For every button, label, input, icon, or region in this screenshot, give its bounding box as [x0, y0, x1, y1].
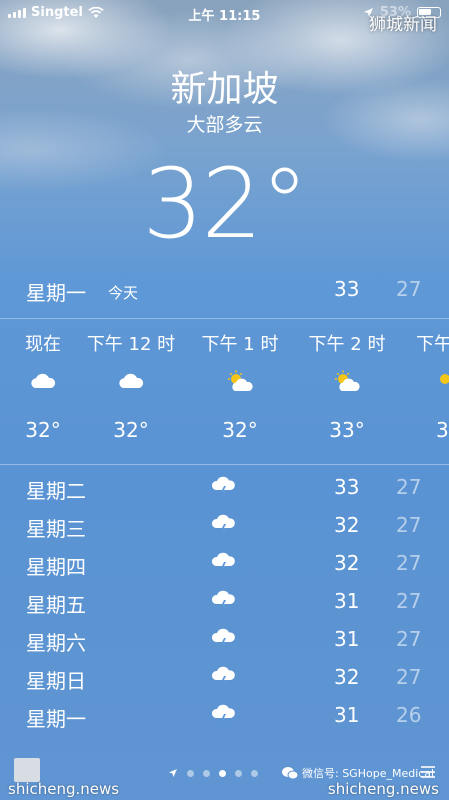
day-name: 星期四: [26, 555, 86, 579]
partly-sunny-icon: [335, 370, 360, 391]
hour-label: 下午 1 时: [201, 334, 279, 355]
day-row: 星期六 31 27: [0, 622, 449, 660]
current-temperature: 32°: [142, 148, 308, 260]
city-name: 新加坡: [170, 69, 279, 110]
hour-item: 下午 12 时 32°: [76, 318, 186, 442]
day-low: 26: [396, 703, 422, 727]
day-name: 星期一: [26, 707, 86, 731]
location-arrow-icon: [169, 769, 177, 777]
thunderstorm-icon: [211, 666, 235, 688]
watermark-left: shicheng.news: [8, 780, 120, 798]
page-dot: [251, 769, 258, 777]
day-high: 32: [334, 513, 360, 537]
wechat-icon: [282, 766, 298, 779]
cloud-icon: [119, 373, 144, 388]
watermark-right: shicheng.news: [327, 780, 439, 798]
thunderstorm-icon: [211, 476, 235, 498]
hour-item: 下午 1 时 32°: [185, 318, 295, 442]
day-low: 27: [396, 551, 422, 575]
hourly-forecast[interactable]: 现在 32° 下午 12 时 32° 下午 1 时 32° 下午 2 时 33°…: [0, 318, 449, 462]
page-dot: [235, 769, 242, 777]
partly-sunny-icon: [228, 370, 253, 391]
thunderstorm-icon: [211, 590, 235, 612]
partly-sunny-icon: [440, 374, 449, 384]
today-high: 33: [334, 277, 360, 301]
day-high: 33: [334, 475, 360, 499]
today-label: 今天: [108, 284, 139, 302]
thunderstorm-icon: [211, 704, 235, 726]
hour-temp: 3: [436, 418, 449, 442]
day-low: 27: [396, 589, 422, 613]
today-low: 27: [396, 277, 422, 301]
day-name: 星期二: [26, 479, 86, 503]
day-high: 32: [334, 665, 360, 689]
hour-item: 下午 3: [400, 318, 449, 442]
day-row: 星期四 32 27: [0, 546, 449, 584]
hour-temp: 32°: [113, 418, 149, 442]
daily-forecast[interactable]: 星期二 33 27 星期三 32 27 星期四 32 27 星期五 31 27: [0, 470, 449, 736]
day-name: 星期日: [26, 669, 86, 693]
day-high: 32: [334, 551, 360, 575]
hour-label: 下午 12 时: [86, 334, 176, 355]
day-low: 27: [396, 475, 422, 499]
watermark-top: 狮城新闻: [369, 15, 437, 35]
list-icon[interactable]: [419, 764, 437, 780]
day-high: 31: [334, 627, 360, 651]
day-low: 27: [396, 665, 422, 689]
day-row: 星期二 33 27: [0, 470, 449, 508]
day-row: 星期五 31 27: [0, 584, 449, 622]
hour-label: 下午 2 时: [308, 334, 386, 355]
cloud-icon: [31, 373, 56, 388]
day-name: 星期六: [26, 631, 86, 655]
hour-temp: 32°: [222, 418, 258, 442]
page-dot: [203, 769, 210, 777]
day-name: 星期五: [26, 593, 86, 617]
wechat-watermark: 微信号: SGHope_Medical: [282, 765, 434, 781]
thunderstorm-icon: [211, 514, 235, 536]
page-indicator[interactable]: [168, 768, 258, 778]
hour-item: 下午 2 时 33°: [292, 318, 402, 442]
day-row: 星期三 32 27: [0, 508, 449, 546]
today-row: 星期一 今天 33 27: [0, 272, 449, 312]
hour-label: 下午: [416, 334, 449, 355]
hour-temp: 33°: [329, 418, 365, 442]
page-dot: [187, 769, 194, 777]
day-name: 星期三: [26, 517, 86, 541]
page-dot-active: [219, 769, 226, 777]
thunderstorm-icon: [211, 552, 235, 574]
day-row: 星期一 31 26: [0, 698, 449, 736]
day-low: 27: [396, 627, 422, 651]
day-low: 27: [396, 513, 422, 537]
weather-condition: 大部多云: [186, 114, 263, 136]
today-day: 星期一: [26, 281, 86, 305]
weather-channel-logo[interactable]: [14, 758, 40, 782]
day-high: 31: [334, 703, 360, 727]
divider-bottom: [0, 464, 449, 465]
day-high: 31: [334, 589, 360, 613]
thunderstorm-icon: [211, 628, 235, 650]
wechat-id: 微信号: SGHope_Medical: [302, 767, 435, 780]
day-row: 星期日 32 27: [0, 660, 449, 698]
bottom-bar: 微信号: SGHope_Medical shicheng.news shiche…: [0, 758, 449, 800]
